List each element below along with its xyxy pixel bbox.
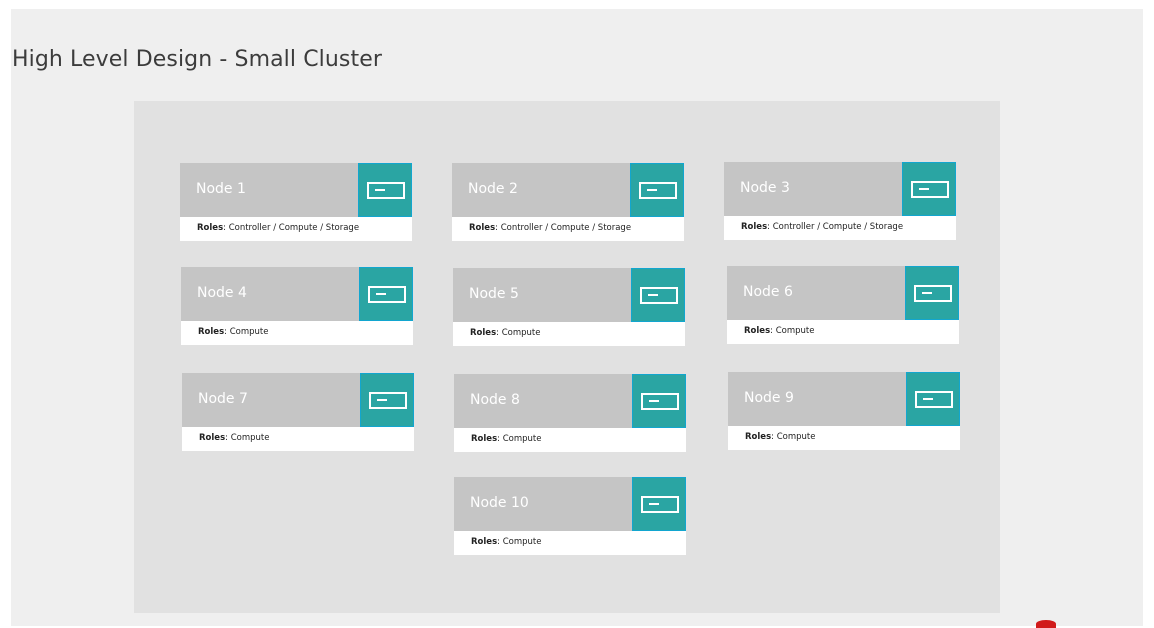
roles-label: Roles bbox=[471, 434, 498, 444]
server-icon bbox=[911, 181, 949, 198]
node-roles: Roles: Compute bbox=[182, 427, 414, 451]
roles-value: : Compute bbox=[496, 328, 541, 338]
node-card: Node 7 Roles: Compute bbox=[182, 373, 414, 451]
roles-label: Roles bbox=[469, 223, 496, 233]
node-header: Node 6 bbox=[727, 266, 959, 320]
roles-value: : Controller / Compute / Storage bbox=[223, 223, 360, 233]
node-card: Node 9 Roles: Compute bbox=[728, 372, 960, 450]
roles-value: : Controller / Compute / Storage bbox=[495, 223, 632, 233]
roles-text: Roles: Controller / Compute / Storage bbox=[741, 222, 903, 232]
node-header: Node 2 bbox=[452, 163, 684, 217]
server-tile bbox=[631, 268, 685, 322]
node-roles: Roles: Compute bbox=[727, 320, 959, 344]
server-icon bbox=[641, 496, 679, 513]
node-header: Node 9 bbox=[728, 372, 960, 426]
roles-value: : Compute bbox=[771, 432, 816, 442]
roles-label: Roles bbox=[470, 328, 497, 338]
node-roles: Roles: Compute bbox=[728, 426, 960, 450]
node-card: Node 3 Roles: Controller / Compute / Sto… bbox=[724, 162, 956, 240]
server-tile bbox=[906, 372, 960, 426]
node-card: Node 4 Roles: Compute bbox=[181, 267, 413, 345]
server-tile bbox=[360, 373, 414, 427]
roles-value: : Controller / Compute / Storage bbox=[767, 222, 904, 232]
roles-text: Roles: Compute bbox=[471, 434, 541, 444]
node-header: Node 8 bbox=[454, 374, 686, 428]
server-tile bbox=[359, 267, 413, 321]
slide-title: High Level Design - Small Cluster bbox=[12, 47, 382, 72]
node-name: Node 5 bbox=[469, 286, 519, 302]
node-roles: Roles: Compute bbox=[454, 531, 686, 555]
node-name: Node 6 bbox=[743, 284, 793, 300]
server-icon bbox=[641, 393, 679, 410]
roles-label: Roles bbox=[745, 432, 772, 442]
node-name: Node 7 bbox=[198, 391, 248, 407]
logo-mark bbox=[1036, 620, 1056, 628]
node-name: Node 8 bbox=[470, 392, 520, 408]
node-header: Node 1 bbox=[180, 163, 412, 217]
node-roles: Roles: Compute bbox=[181, 321, 413, 345]
node-header: Node 4 bbox=[181, 267, 413, 321]
roles-text: Roles: Compute bbox=[198, 327, 268, 337]
roles-value: : Compute bbox=[225, 433, 270, 443]
node-card: Node 6 Roles: Compute bbox=[727, 266, 959, 344]
roles-text: Roles: Compute bbox=[745, 432, 815, 442]
slide: High Level Design - Small Cluster Node 1… bbox=[11, 9, 1143, 626]
node-roles: Roles: Compute bbox=[453, 322, 685, 346]
node-card: Node 1 Roles: Controller / Compute / Sto… bbox=[180, 163, 412, 241]
roles-value: : Compute bbox=[497, 434, 542, 444]
server-tile bbox=[905, 266, 959, 320]
node-header: Node 5 bbox=[453, 268, 685, 322]
roles-text: Roles: Controller / Compute / Storage bbox=[197, 223, 359, 233]
node-roles: Roles: Compute bbox=[454, 428, 686, 452]
node-card: Node 2 Roles: Controller / Compute / Sto… bbox=[452, 163, 684, 241]
server-icon bbox=[369, 392, 407, 409]
server-tile bbox=[630, 163, 684, 217]
roles-label: Roles bbox=[741, 222, 768, 232]
node-name: Node 1 bbox=[196, 181, 246, 197]
server-tile bbox=[632, 477, 686, 531]
server-tile bbox=[358, 163, 412, 217]
roles-value: : Compute bbox=[497, 537, 542, 547]
server-icon bbox=[367, 182, 405, 199]
node-name: Node 4 bbox=[197, 285, 247, 301]
roles-text: Roles: Compute bbox=[744, 326, 814, 336]
roles-label: Roles bbox=[199, 433, 226, 443]
server-icon bbox=[639, 182, 677, 199]
roles-label: Roles bbox=[471, 537, 498, 547]
node-name: Node 9 bbox=[744, 390, 794, 406]
roles-label: Roles bbox=[198, 327, 225, 337]
node-header: Node 7 bbox=[182, 373, 414, 427]
node-card: Node 5 Roles: Compute bbox=[453, 268, 685, 346]
node-roles: Roles: Controller / Compute / Storage bbox=[180, 217, 412, 241]
node-roles: Roles: Controller / Compute / Storage bbox=[452, 217, 684, 241]
cluster-panel: Node 1 Roles: Controller / Compute / Sto… bbox=[134, 101, 1000, 613]
roles-text: Roles: Compute bbox=[470, 328, 540, 338]
roles-text: Roles: Controller / Compute / Storage bbox=[469, 223, 631, 233]
roles-value: : Compute bbox=[770, 326, 815, 336]
node-name: Node 3 bbox=[740, 180, 790, 196]
roles-text: Roles: Compute bbox=[199, 433, 269, 443]
roles-text: Roles: Compute bbox=[471, 537, 541, 547]
roles-label: Roles bbox=[744, 326, 771, 336]
node-header: Node 10 bbox=[454, 477, 686, 531]
roles-label: Roles bbox=[197, 223, 224, 233]
node-card: Node 10 Roles: Compute bbox=[454, 477, 686, 555]
server-icon bbox=[915, 391, 953, 408]
node-roles: Roles: Controller / Compute / Storage bbox=[724, 216, 956, 240]
roles-value: : Compute bbox=[224, 327, 269, 337]
node-card: Node 8 Roles: Compute bbox=[454, 374, 686, 452]
node-name: Node 2 bbox=[468, 181, 518, 197]
node-header: Node 3 bbox=[724, 162, 956, 216]
server-icon bbox=[914, 285, 952, 302]
server-tile bbox=[902, 162, 956, 216]
node-name: Node 10 bbox=[470, 495, 529, 511]
server-icon bbox=[640, 287, 678, 304]
server-tile bbox=[632, 374, 686, 428]
server-icon bbox=[368, 286, 406, 303]
